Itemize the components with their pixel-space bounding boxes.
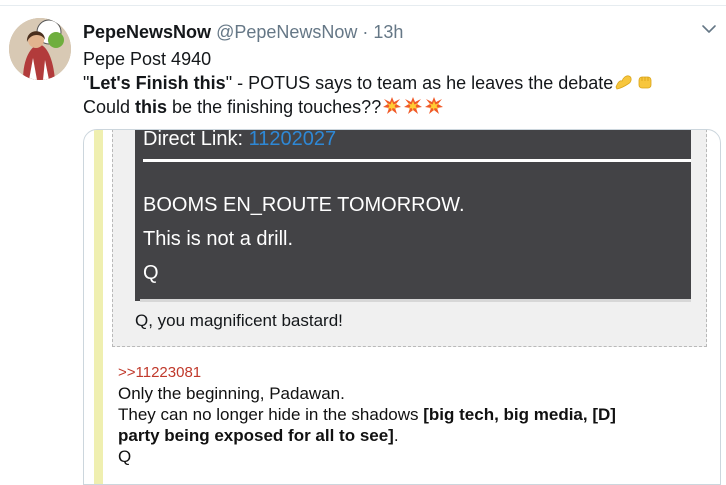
tweet-line-3-start: Could: [83, 97, 136, 117]
display-name[interactable]: PepeNewsNow: [83, 22, 211, 42]
direct-link-label: Direct Link:: [143, 129, 249, 150]
quote-bar: [94, 130, 103, 484]
reply-line-4: Q: [118, 447, 132, 466]
direct-link: Direct Link: 11202027: [143, 129, 337, 150]
reply-line-2-bold: [big tech, big media, [D]: [423, 405, 616, 424]
tweet-line-2-rest: " - POTUS says to team as he leaves the …: [225, 73, 614, 93]
chevron-down-icon[interactable]: [700, 20, 718, 38]
reply-line-2: They can no longer hide in the shadows […: [118, 404, 616, 425]
embedded-screenshot: Direct Link: 11202027 BOOMS EN_ROUTE TOM…: [135, 129, 691, 302]
top-divider: [0, 0, 726, 6]
collision-icon: [404, 97, 423, 114]
tweet-text: Pepe Post 4940 "Let's Finish this" - POT…: [83, 47, 655, 119]
quoted-post: Direct Link: 11202027 BOOMS EN_ROUTE TOM…: [112, 129, 707, 347]
collision-icon: [383, 97, 402, 114]
reply-line-2-plain: They can no longer hide in the shadows: [118, 405, 424, 424]
screenshot-line-2: This is not a drill.: [143, 228, 294, 250]
tweet-line-1: Pepe Post 4940: [83, 49, 212, 69]
reply-line-3-bold: party being exposed for all to see]: [118, 426, 394, 445]
user-handle[interactable]: @PepeNewsNow: [216, 22, 357, 42]
avatar[interactable]: [9, 18, 71, 80]
reply-line-3-plain: .: [393, 426, 399, 445]
collision-icon: [425, 97, 444, 114]
post-reference-link[interactable]: >>11223081: [118, 362, 616, 383]
post-caption: Q, you magnificent bastard!: [135, 311, 343, 330]
tweet-line-3-rest: be the finishing touches??: [167, 97, 382, 117]
tweet-bold-this: this: [135, 97, 168, 117]
tweet-media-card[interactable]: Direct Link: 11202027 BOOMS EN_ROUTE TOM…: [83, 129, 721, 485]
direct-link-number: 11202027: [248, 129, 337, 150]
screenshot-underline: [140, 299, 691, 302]
header-separator: ·: [357, 22, 374, 42]
avatar-image: [9, 18, 71, 80]
tweet-header: PepeNewsNow @PepeNewsNow · 13h: [83, 21, 403, 43]
tweet-line-3: Could this be the finishing touches??: [83, 95, 655, 119]
screenshot-line-1: BOOMS EN_ROUTE TOMORROW.: [143, 194, 465, 216]
tweet-bold-quote: Let's Finish this: [89, 73, 226, 93]
screenshot-line-3: Q: [143, 262, 159, 284]
reply-line-1: Only the beginning, Padawan.: [118, 384, 345, 403]
reply-line-3: party being exposed for all to see].: [118, 425, 616, 446]
tweet-timestamp[interactable]: 13h: [373, 22, 403, 42]
fist-icon: [638, 76, 652, 89]
flexed-biceps-icon: [615, 75, 632, 90]
divider: [143, 159, 691, 162]
reply-post: >>11223081 Only the beginning, Padawan. …: [118, 362, 616, 467]
tweet-line-2: "Let's Finish this" - POTUS says to team…: [83, 71, 655, 95]
